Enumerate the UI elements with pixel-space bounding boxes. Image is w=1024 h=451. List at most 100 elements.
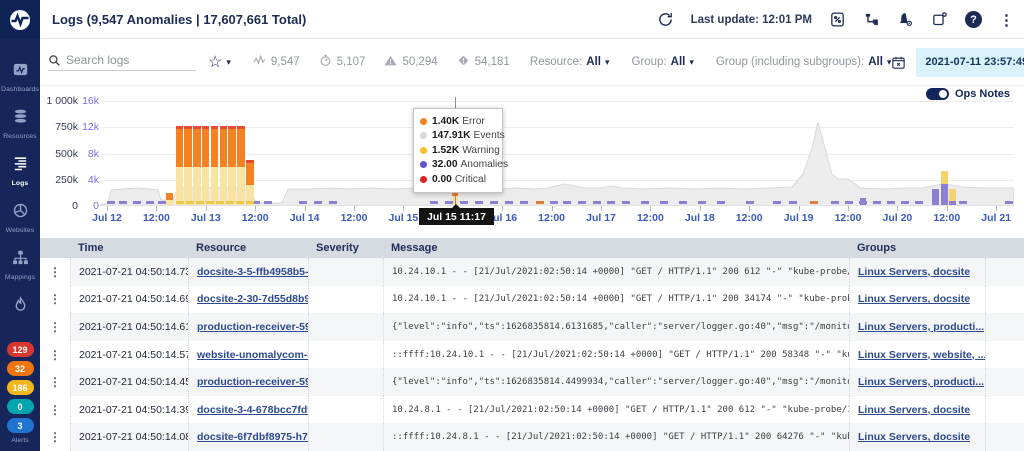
- cell-groups: Linux Servers, website, ...: [849, 341, 985, 369]
- y-axis-label-right: 16k: [81, 95, 99, 107]
- resource-link[interactable]: docsite-6f7dbf8975-h75...: [197, 431, 308, 443]
- group-dropdown[interactable]: Group:All▾: [631, 56, 693, 68]
- alert-count-badge[interactable]: 186: [7, 380, 34, 395]
- cell-time: 2021-07-21 04:50:14.450: [70, 368, 188, 396]
- database-percent-icon[interactable]: [829, 11, 846, 28]
- resource-link[interactable]: docsite-3-5-ffb4958b5-...: [197, 266, 308, 278]
- sidebar-item-label: Mappings: [5, 274, 35, 281]
- row-menu-kebab-icon[interactable]: ⋮: [40, 368, 70, 396]
- alert-count-badge[interactable]: 129: [7, 342, 34, 357]
- row-menu-kebab-icon[interactable]: ⋮: [40, 258, 70, 286]
- alert-settings-icon[interactable]: [897, 11, 914, 28]
- sidebar-item-logs[interactable]: Logs: [1, 155, 39, 187]
- groups-link[interactable]: Linux Servers, producti...: [858, 321, 984, 333]
- x-axis-tick: [601, 206, 602, 211]
- anomaly-tick: [264, 201, 272, 204]
- sentiment-stat[interactable]: 5,107: [319, 54, 366, 70]
- anomaly-tick: [901, 201, 909, 204]
- logicmonitor-logo[interactable]: [0, 0, 40, 39]
- anomaly-tick: [158, 201, 166, 204]
- x-axis-label: Jul 21: [981, 212, 1011, 224]
- sidebar-item-resources[interactable]: Resources: [1, 108, 39, 140]
- resource-link[interactable]: docsite-3-4-678bcc7fdf...: [197, 404, 308, 416]
- tooltip-value: 1.52K: [432, 145, 459, 156]
- cell-severity: [308, 423, 383, 451]
- stacked-bar-segment: [211, 129, 219, 167]
- stacked-bar-segment: [166, 200, 173, 205]
- groups-link[interactable]: Linux Servers, docsite: [858, 431, 970, 443]
- websites-icon: [12, 202, 29, 224]
- resource-link[interactable]: website-unomalycom-8...: [197, 349, 308, 361]
- chevron-down-icon: ▾: [605, 57, 610, 68]
- y-axis-label-right: 12k: [81, 121, 99, 133]
- logs-table: TimeResourceSeverityMessageGroups ⋮2021-…: [40, 238, 1024, 451]
- sidebar-item-dashboards[interactable]: Dashboards: [1, 61, 39, 93]
- groups-link[interactable]: Linux Servers, docsite: [858, 266, 970, 278]
- sidebar-item-websites[interactable]: Websites: [1, 202, 39, 234]
- log-volume-chart: Ops Notes 1.40KError147.91KEvents1.52KWa…: [40, 86, 1024, 234]
- ops-notes-label: Ops Notes: [955, 88, 1010, 100]
- stacked-bar-segment: [246, 160, 254, 163]
- resource-link[interactable]: production-receiver-59...: [197, 376, 308, 388]
- row-menu-kebab-icon[interactable]: ⋮: [40, 396, 70, 424]
- row-menu-kebab-icon[interactable]: ⋮: [40, 313, 70, 341]
- saved-filters-star[interactable]: ☆ ▾: [208, 52, 231, 72]
- message-text: 10.24.10.1 - - [21/Jul/2021:02:50:14 +00…: [392, 267, 849, 277]
- resource-link[interactable]: production-receiver-59...: [197, 321, 308, 333]
- sidebar-item-label: Websites: [6, 227, 35, 234]
- y-axis-label-left: 500k: [40, 148, 78, 160]
- groups-link[interactable]: Linux Servers, producti...: [858, 376, 984, 388]
- ops-notes-toggle[interactable]: [926, 88, 949, 100]
- brand-pulse-icon: [8, 8, 32, 32]
- groups-link[interactable]: Linux Servers, docsite: [858, 293, 970, 305]
- alert-count-badge[interactable]: 0: [7, 399, 34, 414]
- anomaly-tick: [216, 201, 224, 204]
- y-axis-label-right: 0: [81, 200, 99, 212]
- stacked-bar-segment: [176, 126, 184, 129]
- anomalies-stat[interactable]: 9,547: [253, 54, 300, 70]
- row-menu-kebab-icon[interactable]: ⋮: [40, 341, 70, 369]
- y-axis-label-left: 250k: [40, 174, 78, 186]
- alert-count-badge[interactable]: 32: [7, 361, 34, 376]
- cell-message: 10.24.10.1 - - [21/Jul/2021:02:50:14 +00…: [383, 286, 849, 314]
- row-menu-kebab-icon[interactable]: ⋮: [40, 286, 70, 314]
- x-axis-tick: [206, 206, 207, 211]
- anomaly-tick: [146, 201, 154, 204]
- anomaly-tick: [593, 201, 601, 204]
- column-header-time: Time: [70, 242, 188, 254]
- open-window-icon[interactable]: [931, 11, 948, 28]
- resource-dropdown[interactable]: Resource:All▾: [530, 56, 610, 68]
- group-including-subgroups-dropdown[interactable]: Group (including subgroups):All▾: [716, 56, 892, 68]
- sidebar-item-flame[interactable]: [1, 296, 39, 318]
- column-header-message: Message: [383, 242, 849, 254]
- calendar-icon[interactable]: [891, 55, 906, 70]
- groups-link[interactable]: Linux Servers, website, ...: [858, 349, 985, 361]
- time-range-value: 2021-07-11 23:57:49 - 2021-07-21 04:50:1…: [925, 56, 1024, 68]
- message-text: {"level":"info","ts":1626835814.4499934,…: [392, 377, 849, 387]
- mappings-icon: [12, 249, 29, 271]
- time-range-picker[interactable]: 2021-07-11 23:57:49 - 2021-07-21 04:50:1…: [916, 48, 1024, 77]
- pipeline-icon[interactable]: [863, 11, 880, 28]
- y-axis-label-left: 750k: [40, 121, 78, 133]
- tooltip-label: Critical: [455, 174, 486, 185]
- warnings-stat[interactable]: 50,294: [384, 54, 437, 70]
- stat-value: 50,294: [402, 56, 437, 68]
- groups-link[interactable]: Linux Servers, docsite: [858, 404, 970, 416]
- search-icon: [48, 54, 61, 67]
- anomaly-tick: [578, 201, 586, 204]
- more-menu-icon[interactable]: ⋮: [999, 11, 1014, 29]
- resource-link[interactable]: docsite-2-30-7d55d8b9...: [197, 293, 308, 305]
- search-input[interactable]: [66, 53, 196, 67]
- stacked-bar-segment: [211, 167, 219, 205]
- cell-severity: [308, 286, 383, 314]
- refresh-icon[interactable]: [657, 11, 674, 28]
- sidebar-item-mappings[interactable]: Mappings: [1, 249, 39, 281]
- plot-area[interactable]: [100, 101, 1014, 206]
- errors-stat[interactable]: 54,181: [457, 54, 510, 70]
- help-icon[interactable]: ?: [965, 11, 982, 28]
- alert-count-badge[interactable]: 3: [7, 418, 34, 433]
- row-menu-kebab-icon[interactable]: ⋮: [40, 423, 70, 451]
- x-axis-label: 12:00: [736, 212, 763, 224]
- column-header-groups: Groups: [849, 242, 985, 254]
- table-row: ⋮2021-07-21 04:50:14.576website-unomalyc…: [40, 341, 1024, 369]
